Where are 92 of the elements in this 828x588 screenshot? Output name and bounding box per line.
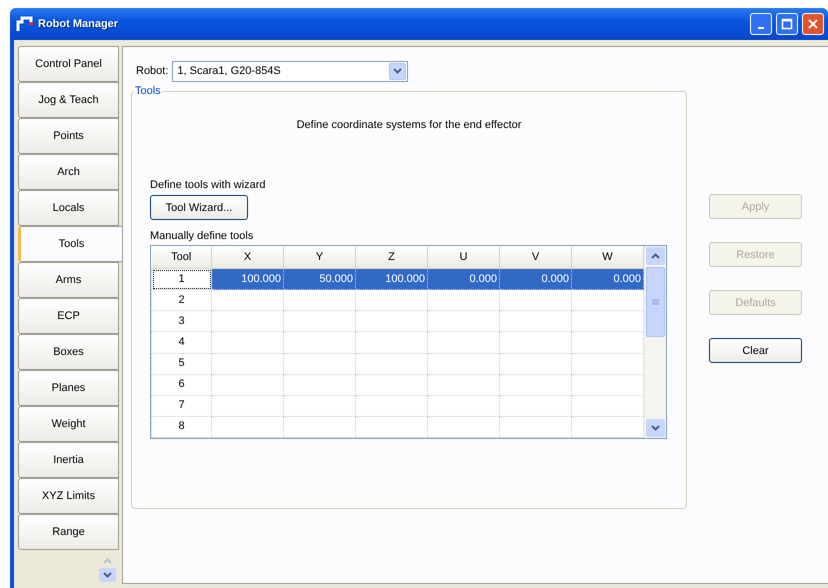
side-tab[interactable]: ECP [18,298,119,334]
minimize-button[interactable] [750,13,772,35]
maximize-icon [781,18,793,30]
grip-icon [652,299,659,305]
maximize-button[interactable] [776,13,798,35]
side-tab[interactable]: Locals [18,190,119,226]
side-tab[interactable]: Arms [18,262,119,298]
side-tab[interactable]: XYZ Limits [18,478,119,514]
action-button[interactable]: Clear [709,338,802,363]
table-cell [284,374,356,396]
table-cell [428,395,500,416]
robot-arm-icon [16,16,34,32]
table-cell [428,290,500,311]
table-cell: 0.000 [500,268,572,290]
table-cell [500,395,572,416]
group-title: Tools [134,85,162,97]
row-number: 1 [152,268,212,290]
table-cell [356,290,428,311]
side-tab[interactable]: Control Panel [18,46,119,82]
table-cell: 100.000 [356,268,428,290]
row-number: 4 [152,332,212,353]
table-cell [500,290,572,311]
column-header[interactable]: U [428,246,500,268]
dropdown-button[interactable] [389,62,406,80]
scroll-up-button[interactable] [646,247,665,265]
table-cell [428,374,500,396]
side-tab[interactable]: Planes [18,370,119,406]
row-number: 8 [152,416,212,438]
table-cell [356,353,428,374]
manual-label: Manually define tools [150,230,254,242]
chevron-down-icon [393,68,402,74]
side-tab[interactable]: Inertia [18,442,119,478]
table-cell [284,332,356,353]
robot-dropdown[interactable]: 1, Scara1, G20-854S [172,60,408,82]
table-cell: 50.000 [284,268,356,290]
table-cell [572,332,644,353]
table-cell [572,310,644,332]
table-cell [500,332,572,353]
scroll-down-button[interactable] [99,568,116,582]
column-header[interactable]: X [212,246,284,268]
window-title: Robot Manager [38,18,120,30]
minimize-icon [758,27,764,29]
column-header[interactable]: W [572,246,644,268]
table-cell [500,310,572,332]
table-cell [428,353,500,374]
side-tab[interactable]: Tools [18,226,122,262]
chevron-up-icon [651,253,660,259]
side-tab[interactable]: Weight [18,406,119,442]
table-cell [572,374,644,396]
table-cell [572,395,644,416]
side-tab[interactable]: Arch [18,154,119,190]
column-header[interactable]: Tool [152,246,212,268]
chevron-down-icon [651,425,660,431]
wizard-label: Define tools with wizard [150,179,267,191]
table-cell: 0.000 [572,268,644,290]
table-cell [572,290,644,311]
side-tab[interactable]: Jog & Teach [18,82,119,118]
scroll-thumb[interactable] [646,267,665,337]
table-cell [356,374,428,396]
table-cell [572,353,644,374]
scroll-down-button[interactable] [646,419,665,437]
close-icon [808,19,818,29]
column-header[interactable]: Y [284,246,356,268]
row-number: 5 [152,353,212,374]
description-text: Define coordinate systems for the end effector [296,119,522,131]
row-number: 7 [152,395,212,416]
row-number: 3 [152,310,212,332]
tool-wizard-button[interactable]: Tool Wizard... [150,195,248,220]
table-cell [284,310,356,332]
row-number: 6 [152,374,212,396]
row-number: 2 [152,290,212,311]
robot-label: Robot: [136,65,168,77]
column-header[interactable]: V [500,246,572,268]
chevron-down-icon [103,572,112,578]
table-cell [356,332,428,353]
side-tab[interactable]: Boxes [18,334,119,370]
table-cell [500,374,572,396]
table-cell [356,395,428,416]
table-cell [428,310,500,332]
table-cell [284,290,356,311]
side-tab[interactable]: Points [18,118,119,154]
chevron-up-icon [103,558,112,564]
table-cell [356,310,428,332]
table-cell [428,332,500,353]
side-tab[interactable]: Range [18,514,119,550]
close-button[interactable] [802,13,824,35]
table-cell [500,353,572,374]
table-cell: 100.000 [212,268,284,290]
table-cell [284,353,356,374]
column-header[interactable]: Z [356,246,428,268]
table-cell [284,395,356,416]
table-cell: 0.000 [428,268,500,290]
